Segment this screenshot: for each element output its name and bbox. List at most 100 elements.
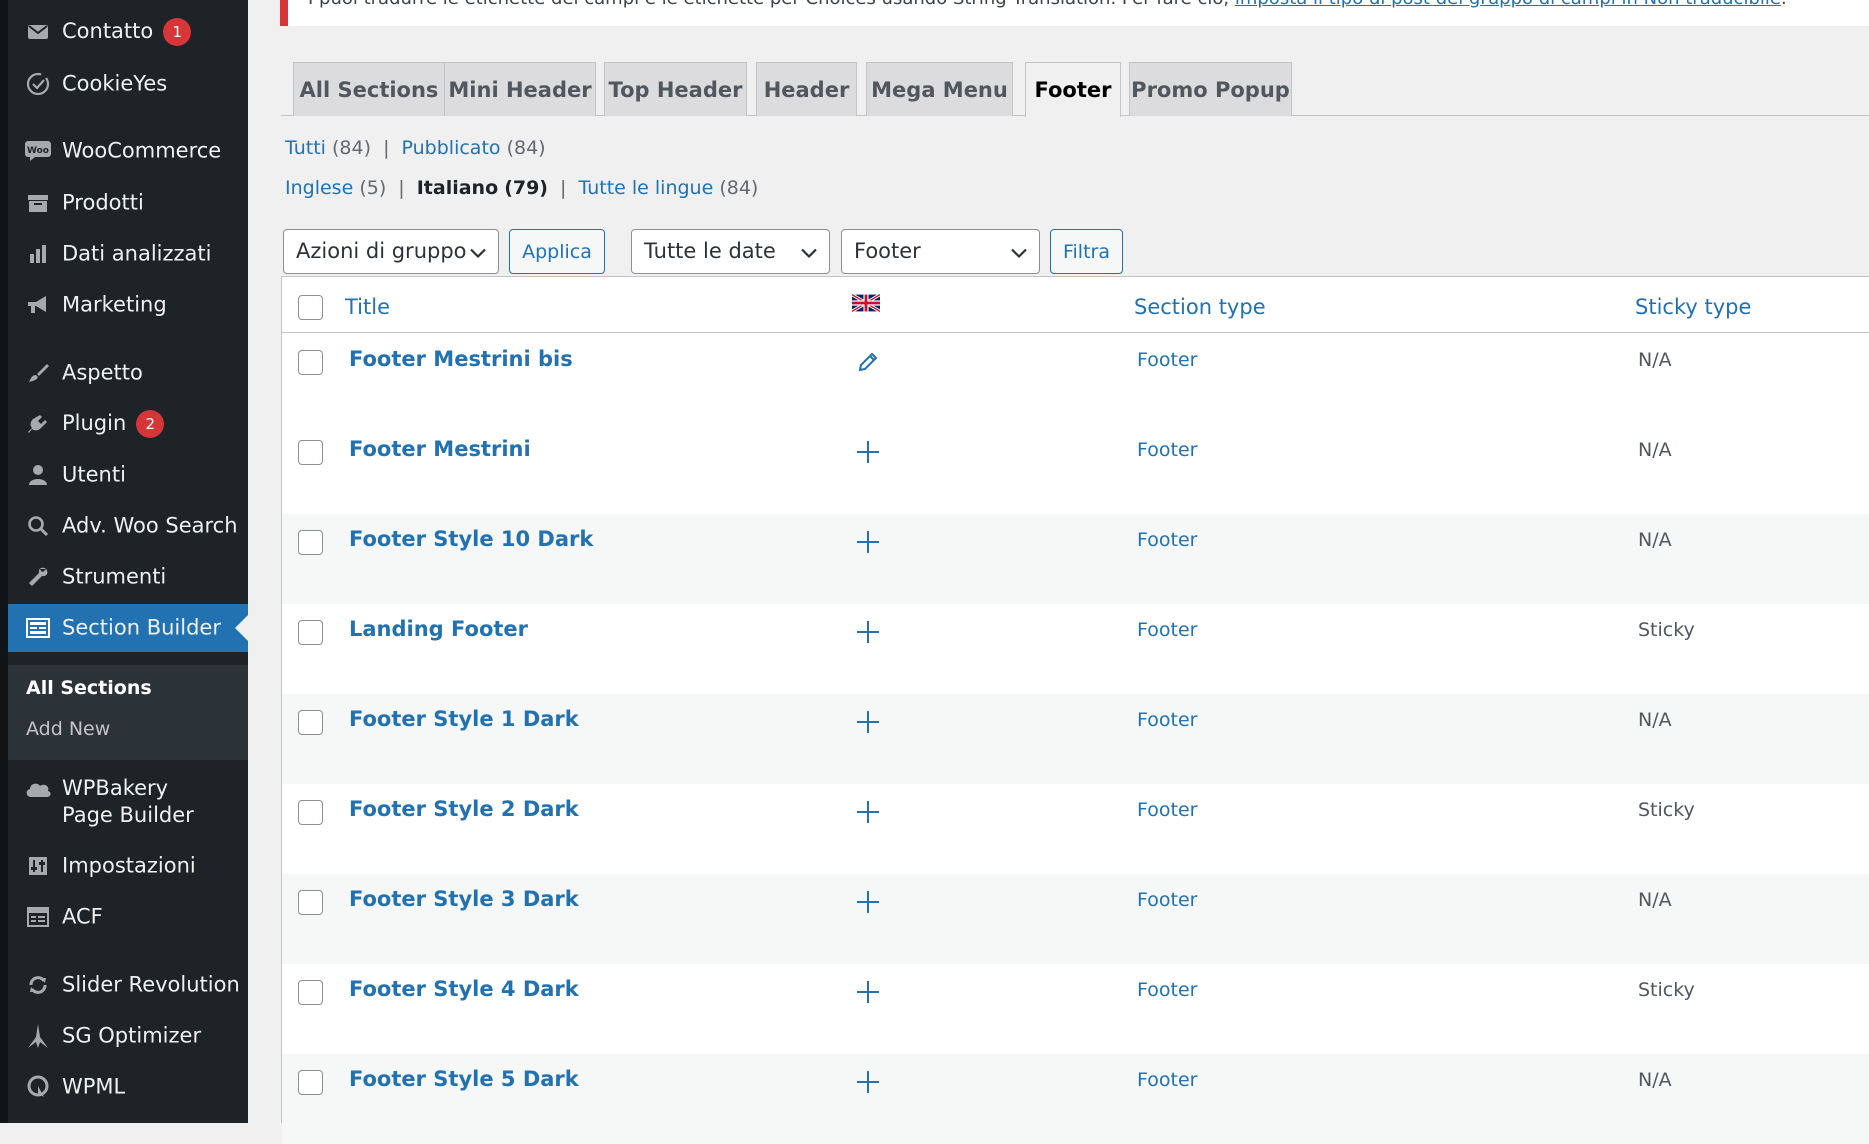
lang-all-link[interactable]: Tutte le lingue — [579, 177, 714, 199]
row-sticky-type: N/A — [1638, 889, 1672, 911]
row-section-type[interactable]: Footer — [1137, 979, 1197, 1001]
table-row: Footer Style 1 Dark Footer N/A — [282, 694, 1869, 784]
section-type-select[interactable]: Footer — [841, 229, 1040, 274]
sections-table: Title Section type Sticky type Footer Me… — [281, 276, 1869, 1144]
sidebar-item-cookieyes[interactable]: CookieYes — [8, 60, 248, 108]
bulk-actions-select[interactable]: Azioni di gruppo — [283, 229, 499, 274]
sidebar-item-dati-analizzati[interactable]: Dati analizzati — [8, 230, 248, 278]
plus-icon[interactable] — [854, 798, 882, 826]
plus-icon[interactable] — [854, 978, 882, 1006]
table-row: Footer Mestrini bis Footer N/A — [282, 334, 1869, 424]
row-title-link[interactable]: Footer Style 1 Dark — [349, 707, 579, 731]
plus-icon[interactable] — [854, 1068, 882, 1096]
sidebar-item-aspetto[interactable]: Aspetto — [8, 349, 248, 397]
notice-link[interactable]: imposta il tipo di post del gruppo di ca… — [1235, 0, 1781, 9]
status-filter-links: Tutti (84) | Pubblicato (84) — [285, 137, 546, 159]
filter-all-link[interactable]: Tutti — [285, 137, 326, 159]
plugin-icon — [24, 410, 52, 438]
woo-icon: Woo — [24, 137, 52, 165]
submenu-add-new[interactable]: Add New — [26, 718, 110, 740]
lang-italian-current: Italiano — [416, 177, 499, 199]
row-title-link[interactable]: Footer Mestrini — [349, 437, 531, 461]
date-filter-select[interactable]: Tutte le date — [631, 229, 830, 274]
row-checkbox[interactable] — [298, 350, 323, 375]
tab-mega-menu[interactable]: Mega Menu — [866, 62, 1013, 116]
row-section-type[interactable]: Footer — [1137, 529, 1197, 551]
row-section-type[interactable]: Footer — [1137, 439, 1197, 461]
row-checkbox[interactable] — [298, 980, 323, 1005]
sidebar-item-prodotti[interactable]: Prodotti — [8, 179, 248, 227]
admin-sidebar: Contatto 1 CookieYes Woo WooCommerce Prod… — [0, 0, 248, 1123]
chevron-down-icon — [1011, 230, 1027, 273]
plus-icon[interactable] — [854, 888, 882, 916]
sidebar-item-sg-optimizer[interactable]: SG Optimizer — [8, 1012, 248, 1060]
sidebar-item-wpbakery[interactable]: WPBakery Page Builder — [8, 772, 248, 832]
row-checkbox[interactable] — [298, 440, 323, 465]
row-section-type[interactable]: Footer — [1137, 349, 1197, 371]
row-section-type[interactable]: Footer — [1137, 799, 1197, 821]
sidebar-item-slider-revolution[interactable]: Slider Revolution — [8, 961, 248, 1009]
sidebar-item-label: Section Builder — [62, 615, 221, 640]
row-checkbox[interactable] — [298, 1070, 323, 1095]
plus-icon[interactable] — [854, 618, 882, 646]
sidebar-item-label: Strumenti — [62, 564, 167, 589]
column-title[interactable]: Title — [345, 295, 390, 319]
sidebar-item-utenti[interactable]: Utenti — [8, 451, 248, 499]
cookie-icon — [24, 70, 52, 98]
tab-top-header[interactable]: Top Header — [604, 62, 747, 116]
tab-promo-popup[interactable]: Promo Popup — [1129, 62, 1292, 116]
tab-header[interactable]: Header — [756, 62, 857, 116]
lang-italian-count: (79) — [504, 177, 548, 199]
sidebar-item-contatto[interactable]: Contatto 1 — [8, 8, 248, 56]
row-checkbox[interactable] — [298, 890, 323, 915]
sidebar-item-marketing[interactable]: Marketing — [8, 281, 248, 329]
sidebar-item-strumenti[interactable]: Strumenti — [8, 553, 248, 601]
row-title-link[interactable]: Footer Style 3 Dark — [349, 887, 579, 911]
sidebar-item-plugin[interactable]: Plugin 2 — [8, 400, 248, 448]
active-indicator — [235, 615, 248, 641]
column-sticky-type[interactable]: Sticky type — [1635, 295, 1751, 319]
select-all-checkbox[interactable] — [298, 295, 323, 320]
column-section-type[interactable]: Section type — [1134, 295, 1266, 319]
apply-button[interactable]: Applica — [509, 229, 605, 274]
tab-footer[interactable]: Footer — [1025, 62, 1121, 117]
row-section-type[interactable]: Footer — [1137, 619, 1197, 641]
row-section-type[interactable]: Footer — [1137, 889, 1197, 911]
filter-button[interactable]: Filtra — [1050, 229, 1123, 274]
mail-icon — [24, 18, 52, 46]
row-title-link[interactable]: Footer Style 5 Dark — [349, 1067, 579, 1091]
plus-icon[interactable] — [854, 438, 882, 466]
row-section-type[interactable]: Footer — [1137, 1069, 1197, 1091]
plus-icon[interactable] — [854, 708, 882, 736]
row-checkbox[interactable] — [298, 530, 323, 555]
tab-mini-header[interactable]: Mini Header — [444, 62, 596, 116]
row-checkbox[interactable] — [298, 800, 323, 825]
sidebar-item-label: Plugin — [62, 411, 127, 435]
row-title-link[interactable]: Footer Style 4 Dark — [349, 977, 579, 1001]
plus-icon[interactable] — [854, 528, 882, 556]
row-checkbox[interactable] — [298, 620, 323, 645]
refresh-icon — [24, 971, 52, 999]
sidebar-item-section-builder[interactable]: Section Builder — [8, 604, 248, 652]
sidebar-item-wpml[interactable]: WPML — [8, 1063, 248, 1111]
sidebar-item-acf[interactable]: ACF — [8, 893, 248, 941]
row-title-link[interactable]: Landing Footer — [349, 617, 528, 641]
row-title-link[interactable]: Footer Mestrini bis — [349, 347, 573, 371]
tab-all-sections[interactable]: All Sections — [293, 62, 445, 116]
row-sticky-type: N/A — [1638, 349, 1672, 371]
sidebar-item-woocommerce[interactable]: Woo WooCommerce — [8, 127, 248, 175]
row-sticky-type: Sticky — [1638, 799, 1695, 821]
lang-english-link[interactable]: Inglese — [285, 177, 353, 199]
uk-flag-icon — [851, 293, 881, 317]
sidebar-item-impostazioni[interactable]: Impostazioni — [8, 842, 248, 890]
pencil-icon[interactable] — [854, 348, 882, 376]
row-sticky-type: N/A — [1638, 709, 1672, 731]
sidebar-item-adv-woo-search[interactable]: Adv. Woo Search — [8, 502, 248, 550]
notice-trail: . — [1781, 0, 1787, 9]
submenu-all-sections[interactable]: All Sections — [26, 677, 152, 699]
row-checkbox[interactable] — [298, 710, 323, 735]
row-title-link[interactable]: Footer Style 2 Dark — [349, 797, 579, 821]
row-title-link[interactable]: Footer Style 10 Dark — [349, 527, 593, 551]
row-section-type[interactable]: Footer — [1137, 709, 1197, 731]
filter-published-link[interactable]: Pubblicato — [402, 137, 501, 159]
